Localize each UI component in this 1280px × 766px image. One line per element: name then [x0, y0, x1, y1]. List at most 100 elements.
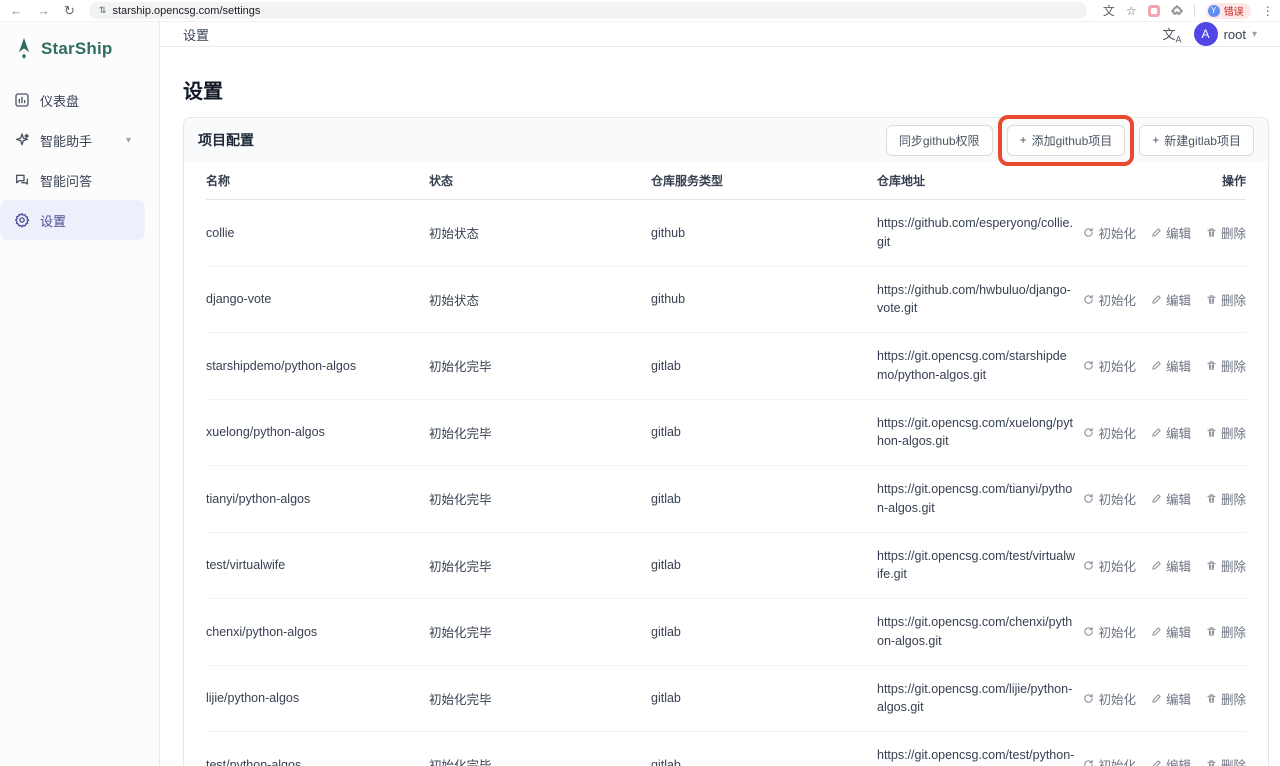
bookmark-star-icon[interactable]: ☆ [1126, 5, 1137, 17]
table-row: xuelong/python-algos 初始化完毕 gitlab https:… [206, 400, 1246, 467]
repo-service-type: gitlab [651, 478, 877, 520]
project-name: test/virtualwife [206, 544, 429, 586]
breadcrumb: 设置 [183, 25, 209, 44]
sidebar-item-qa[interactable]: 智能问答 [0, 160, 145, 200]
new-gitlab-project-button[interactable]: + 新建gitlab项目 [1139, 125, 1254, 156]
edit-action[interactable]: 编辑 [1151, 689, 1191, 708]
initialize-action[interactable]: 初始化 [1083, 290, 1136, 309]
chevron-down-icon[interactable]: ▾ [126, 135, 131, 146]
initialize-action[interactable]: 初始化 [1083, 356, 1136, 375]
delete-action[interactable]: 删除 [1206, 556, 1246, 575]
pencil-icon [1151, 693, 1162, 704]
repo-url: https://github.com/esperyong/collie.git [877, 200, 1092, 266]
user-menu[interactable]: A root ▾ [1194, 22, 1257, 46]
address-bar[interactable]: ⇅ starship.opencsg.com/settings [89, 2, 1087, 19]
page-title: 设置 [183, 75, 1269, 104]
forward-icon[interactable]: → [37, 4, 50, 17]
delete-action[interactable]: 删除 [1206, 489, 1246, 508]
initialize-action[interactable]: 初始化 [1083, 423, 1136, 442]
edit-action[interactable]: 编辑 [1151, 755, 1191, 766]
back-icon[interactable]: ← [10, 4, 23, 17]
initialize-action[interactable]: 初始化 [1083, 622, 1136, 641]
project-status: 初始化完毕 [429, 409, 651, 456]
projects-table: 名称 状态 仓库服务类型 仓库地址 操作 collie 初始状态 github … [184, 162, 1268, 766]
table-body: collie 初始状态 github https://github.com/es… [206, 200, 1246, 766]
pencil-icon [1151, 560, 1162, 571]
edit-action[interactable]: 编辑 [1151, 356, 1191, 375]
delete-action[interactable]: 删除 [1206, 755, 1246, 766]
logo[interactable]: StarShip [0, 22, 159, 80]
trash-icon [1206, 227, 1217, 238]
repo-service-type: github [651, 212, 877, 254]
refresh-icon [1083, 294, 1094, 305]
delete-action[interactable]: 删除 [1206, 423, 1246, 442]
username: root [1224, 27, 1246, 42]
repo-service-type: gitlab [651, 611, 877, 653]
delete-action[interactable]: 删除 [1206, 622, 1246, 641]
repo-service-type: github [651, 278, 877, 320]
project-config-card: 项目配置 同步github权限 + 添加github项目 [183, 117, 1269, 766]
project-status: 初始化完毕 [429, 741, 651, 766]
site-settings-icon[interactable]: ⇅ [99, 5, 106, 16]
delete-action[interactable]: 删除 [1206, 290, 1246, 309]
translate-page-icon[interactable]: 文 [1103, 5, 1115, 17]
table-row: starshipdemo/python-algos 初始化完毕 gitlab h… [206, 333, 1246, 400]
edit-action[interactable]: 编辑 [1151, 556, 1191, 575]
sidebar-item-assistant[interactable]: 智能助手 ▾ [0, 120, 145, 160]
repo-service-type: gitlab [651, 677, 877, 719]
delete-action[interactable]: 删除 [1206, 689, 1246, 708]
table-row: django-vote 初始状态 github https://github.c… [206, 267, 1246, 334]
dashboard-icon [14, 92, 30, 108]
repo-service-type: gitlab [651, 544, 877, 586]
browser-menu-icon[interactable]: ⋮ [1262, 4, 1274, 18]
initialize-action[interactable]: 初始化 [1083, 689, 1136, 708]
delete-action[interactable]: 删除 [1206, 356, 1246, 375]
table-row: test/virtualwife 初始化完毕 gitlab https://gi… [206, 533, 1246, 600]
repo-service-type: gitlab [651, 411, 877, 453]
edit-action[interactable]: 编辑 [1151, 423, 1191, 442]
project-status: 初始化完毕 [429, 675, 651, 722]
initialize-action[interactable]: 初始化 [1083, 223, 1136, 242]
sidebar-item-settings[interactable]: 设置 [0, 200, 145, 240]
profile-chip[interactable]: Y 错误 [1206, 3, 1251, 19]
qa-icon [14, 172, 30, 188]
edit-action[interactable]: 编辑 [1151, 290, 1191, 309]
repo-url: https://git.opencsg.com/lijie/python-alg… [877, 666, 1092, 732]
project-name: lijie/python-algos [206, 677, 429, 719]
refresh-icon [1083, 227, 1094, 238]
add-github-project-button[interactable]: + 添加github项目 [1007, 125, 1126, 156]
column-header: 操作 [1096, 172, 1246, 189]
browser-avatar: Y [1208, 5, 1220, 17]
initialize-action[interactable]: 初始化 [1083, 755, 1136, 766]
project-name: test/python-algos [206, 744, 429, 766]
trash-icon [1206, 427, 1217, 438]
column-header: 名称 [206, 172, 429, 189]
edit-action[interactable]: 编辑 [1151, 622, 1191, 641]
sidebar-item-label: 智能问答 [40, 171, 92, 190]
delete-action[interactable]: 删除 [1206, 223, 1246, 242]
plus-icon: + [1020, 133, 1027, 147]
project-name: xuelong/python-algos [206, 411, 429, 453]
sidebar-item-dashboard[interactable]: 仪表盘 [0, 80, 145, 120]
initialize-action[interactable]: 初始化 [1083, 556, 1136, 575]
sync-github-permissions-button[interactable]: 同步github权限 [886, 125, 993, 156]
extension-pinned-icon[interactable] [1148, 5, 1160, 17]
edit-action[interactable]: 编辑 [1151, 489, 1191, 508]
repo-url: https://git.opencsg.com/xuelong/python-a… [877, 400, 1092, 466]
extensions-puzzle-icon[interactable] [1171, 4, 1183, 18]
initialize-action[interactable]: 初始化 [1083, 489, 1136, 508]
url-text[interactable]: starship.opencsg.com/settings [112, 5, 260, 17]
repo-url: https://git.opencsg.com/tianyi/python-al… [877, 466, 1092, 532]
project-status: 初始化完毕 [429, 608, 651, 655]
assistant-icon [14, 132, 30, 148]
edit-action[interactable]: 编辑 [1151, 223, 1191, 242]
browser-chrome: ← → ↻ ⇅ starship.opencsg.com/settings 文 … [0, 0, 1280, 22]
trash-icon [1206, 759, 1217, 766]
table-header-row: 名称 状态 仓库服务类型 仓库地址 操作 [206, 162, 1246, 200]
reload-icon[interactable]: ↻ [64, 4, 75, 17]
language-switch-icon[interactable]: 文A [1163, 24, 1182, 45]
project-name: starshipdemo/python-algos [206, 345, 429, 387]
trash-icon [1206, 626, 1217, 637]
pencil-icon [1151, 294, 1162, 305]
table-row: chenxi/python-algos 初始化完毕 gitlab https:/… [206, 599, 1246, 666]
